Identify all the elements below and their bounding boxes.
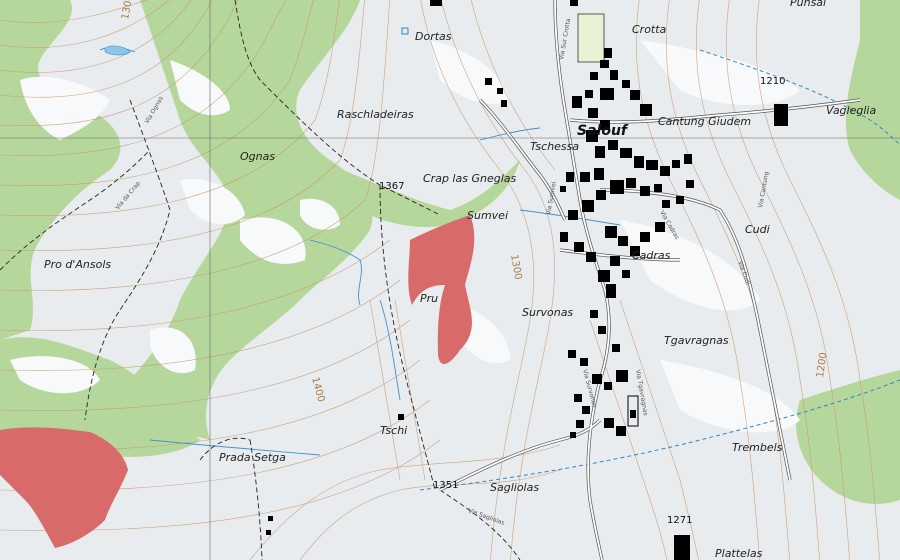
spot-height-1271: 1271: [667, 515, 692, 526]
spot-height-1367: 1367: [379, 181, 404, 192]
label-dortas: Dortas: [415, 30, 452, 43]
spot-height-1351: 1351: [433, 480, 458, 491]
map-canvas: Dortas Crotta Punsal Raschladeiras Salou…: [0, 0, 900, 560]
label-pro-d-ansols: Pro d'Ansols: [44, 258, 111, 271]
label-sumvei: Sumvei: [467, 209, 508, 222]
label-cudi: Cudi: [745, 223, 770, 236]
label-ognas: Ognas: [240, 150, 275, 163]
label-plattelas: Plattelas: [715, 547, 763, 560]
label-trembels: Trembels: [732, 441, 783, 454]
label-punsal: Punsal: [790, 0, 826, 9]
label-tschi: Tschi: [380, 424, 407, 437]
label-salouf: Salouf: [577, 123, 629, 139]
label-cantung-giudem: Cantung Giudem: [658, 115, 751, 128]
label-vagleglia: Vagleglia: [826, 104, 876, 117]
label-pru: Pru: [420, 292, 438, 305]
topographic-map[interactable]: Dortas Crotta Punsal Raschladeiras Salou…: [0, 0, 900, 560]
label-cadras: Cadras: [632, 249, 671, 262]
label-tgavragnas: Tgavragnas: [664, 334, 729, 347]
label-raschladeiras: Raschladeiras: [337, 108, 414, 121]
label-sagliolas: Sagliolas: [490, 481, 539, 494]
label-crap-las-gneglas: Crap las Gneglas: [423, 172, 516, 185]
label-survonas: Survonas: [522, 306, 573, 319]
label-crotta: Crotta: [632, 23, 667, 36]
label-tschessa: Tschessa: [530, 140, 579, 153]
spot-height-1210: 1210: [760, 76, 785, 87]
label-prada-setga: Prada Setga: [219, 451, 286, 464]
